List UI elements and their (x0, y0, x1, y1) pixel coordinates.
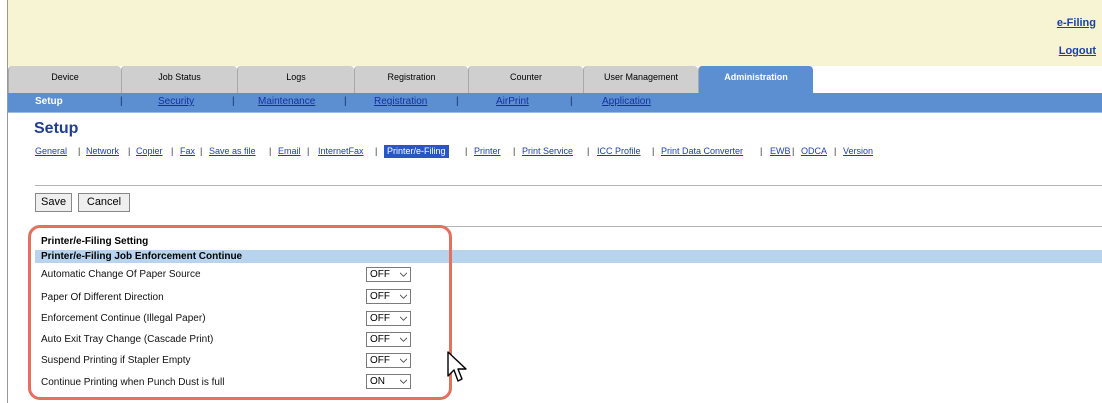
setup-link-ewb[interactable]: EWB (770, 145, 791, 158)
setup-link-print-service[interactable]: Print Service (522, 145, 573, 158)
tab-counter[interactable]: Counter (468, 66, 583, 93)
tab-logs[interactable]: Logs (237, 66, 354, 93)
chevron-down-icon (400, 337, 407, 342)
subnav-separator: | (456, 96, 459, 107)
setting-label-suspend-stapler-empty: Suspend Printing if Stapler Empty (41, 355, 191, 366)
link-separator: | (78, 146, 81, 156)
divider (35, 185, 1102, 186)
link-separator: | (307, 146, 310, 156)
cancel-button[interactable]: Cancel (78, 193, 130, 212)
select-value: OFF (370, 269, 390, 280)
setup-link-version[interactable]: Version (843, 145, 873, 158)
save-button[interactable]: Save (35, 193, 72, 212)
section-title: Printer/e-Filing Setting (41, 236, 149, 247)
mouse-pointer-icon (447, 351, 467, 382)
tab-job-status[interactable]: Job Status (121, 66, 237, 93)
subnav-security[interactable]: Security (158, 96, 194, 107)
setup-link-email[interactable]: Email (278, 145, 301, 158)
link-separator: | (587, 146, 590, 156)
subnav-registration[interactable]: Registration (374, 96, 427, 107)
setup-category-links: General | Network | Copier | Fax | Save … (35, 145, 1095, 159)
punch-dust-full-select[interactable]: ON (366, 374, 411, 389)
link-separator: | (375, 146, 378, 156)
subnav-separator: | (344, 96, 347, 107)
setting-label-paper-different-direction: Paper Of Different Direction (41, 292, 164, 303)
chevron-down-icon (400, 358, 407, 363)
setup-link-printer[interactable]: Printer (474, 145, 501, 158)
setup-link-fax[interactable]: Fax (180, 145, 195, 158)
link-separator: | (200, 146, 203, 156)
chevron-down-icon (400, 316, 407, 321)
setup-link-printer-efiling[interactable]: Printer/e-Filing (384, 145, 449, 158)
setting-label-punch-dust-full: Continue Printing when Punch Dust is ful… (41, 377, 225, 388)
setup-link-internetfax[interactable]: InternetFax (318, 145, 364, 158)
auto-exit-tray-change-select[interactable]: OFF (366, 332, 411, 347)
tab-user-management[interactable]: User Management (583, 66, 698, 93)
link-separator: | (652, 146, 655, 156)
select-value: OFF (370, 313, 390, 324)
setup-link-icc-profile[interactable]: ICC Profile (597, 145, 641, 158)
enforcement-continue-select[interactable]: OFF (366, 311, 411, 326)
link-separator: | (834, 146, 837, 156)
link-separator: | (465, 146, 468, 156)
subnav-separator: | (232, 96, 235, 107)
paper-different-direction-select[interactable]: OFF (366, 289, 411, 304)
efiling-link[interactable]: e-Filing (1057, 17, 1096, 29)
select-value: OFF (370, 334, 390, 345)
tab-device[interactable]: Device (8, 66, 121, 93)
subnav-maintenance[interactable]: Maintenance (258, 96, 315, 107)
setup-link-network[interactable]: Network (86, 145, 119, 158)
link-separator: | (171, 146, 174, 156)
select-value: ON (370, 376, 385, 387)
auto-change-paper-source-select[interactable]: OFF (366, 267, 411, 282)
link-separator: | (128, 146, 131, 156)
setup-link-copier[interactable]: Copier (136, 145, 163, 158)
chevron-down-icon (400, 294, 407, 299)
suspend-stapler-empty-select[interactable]: OFF (366, 353, 411, 368)
link-separator: | (513, 146, 516, 156)
page-title: Setup (34, 120, 79, 137)
select-value: OFF (370, 291, 390, 302)
tab-administration[interactable]: Administration (698, 66, 813, 93)
group-header: Printer/e-Filing Job Enforcement Continu… (35, 250, 1102, 263)
link-separator: | (760, 146, 763, 156)
chevron-down-icon (400, 272, 407, 277)
logout-link[interactable]: Logout (1059, 45, 1096, 57)
chevron-down-icon (400, 379, 407, 384)
main-tabs: Device Job Status Logs Registration Coun… (8, 66, 1102, 93)
header-bar: e-Filing Logout (8, 0, 1102, 66)
subnav-setup[interactable]: Setup (35, 96, 63, 107)
link-separator: | (269, 146, 272, 156)
link-separator: | (792, 146, 795, 156)
subnav-separator: | (570, 96, 573, 107)
setup-link-print-data-converter[interactable]: Print Data Converter (661, 145, 743, 158)
setting-label-auto-exit-tray-change: Auto Exit Tray Change (Cascade Print) (41, 334, 214, 345)
setup-link-save-as-file[interactable]: Save as file (209, 145, 256, 158)
subnav-application[interactable]: Application (602, 96, 651, 107)
setting-label-auto-change-paper-source: Automatic Change Of Paper Source (41, 269, 201, 280)
setup-link-odca[interactable]: ODCA (801, 145, 827, 158)
setting-label-enforcement-continue: Enforcement Continue (Illegal Paper) (41, 313, 206, 324)
subnav-airprint[interactable]: AirPrint (496, 96, 529, 107)
tab-registration[interactable]: Registration (354, 66, 468, 93)
divider (35, 226, 1102, 227)
select-value: OFF (370, 355, 390, 366)
subnav-separator: | (120, 96, 123, 107)
setup-link-general[interactable]: General (35, 145, 67, 158)
sub-navigation: Setup | Security | Maintenance | Registr… (8, 93, 1102, 113)
